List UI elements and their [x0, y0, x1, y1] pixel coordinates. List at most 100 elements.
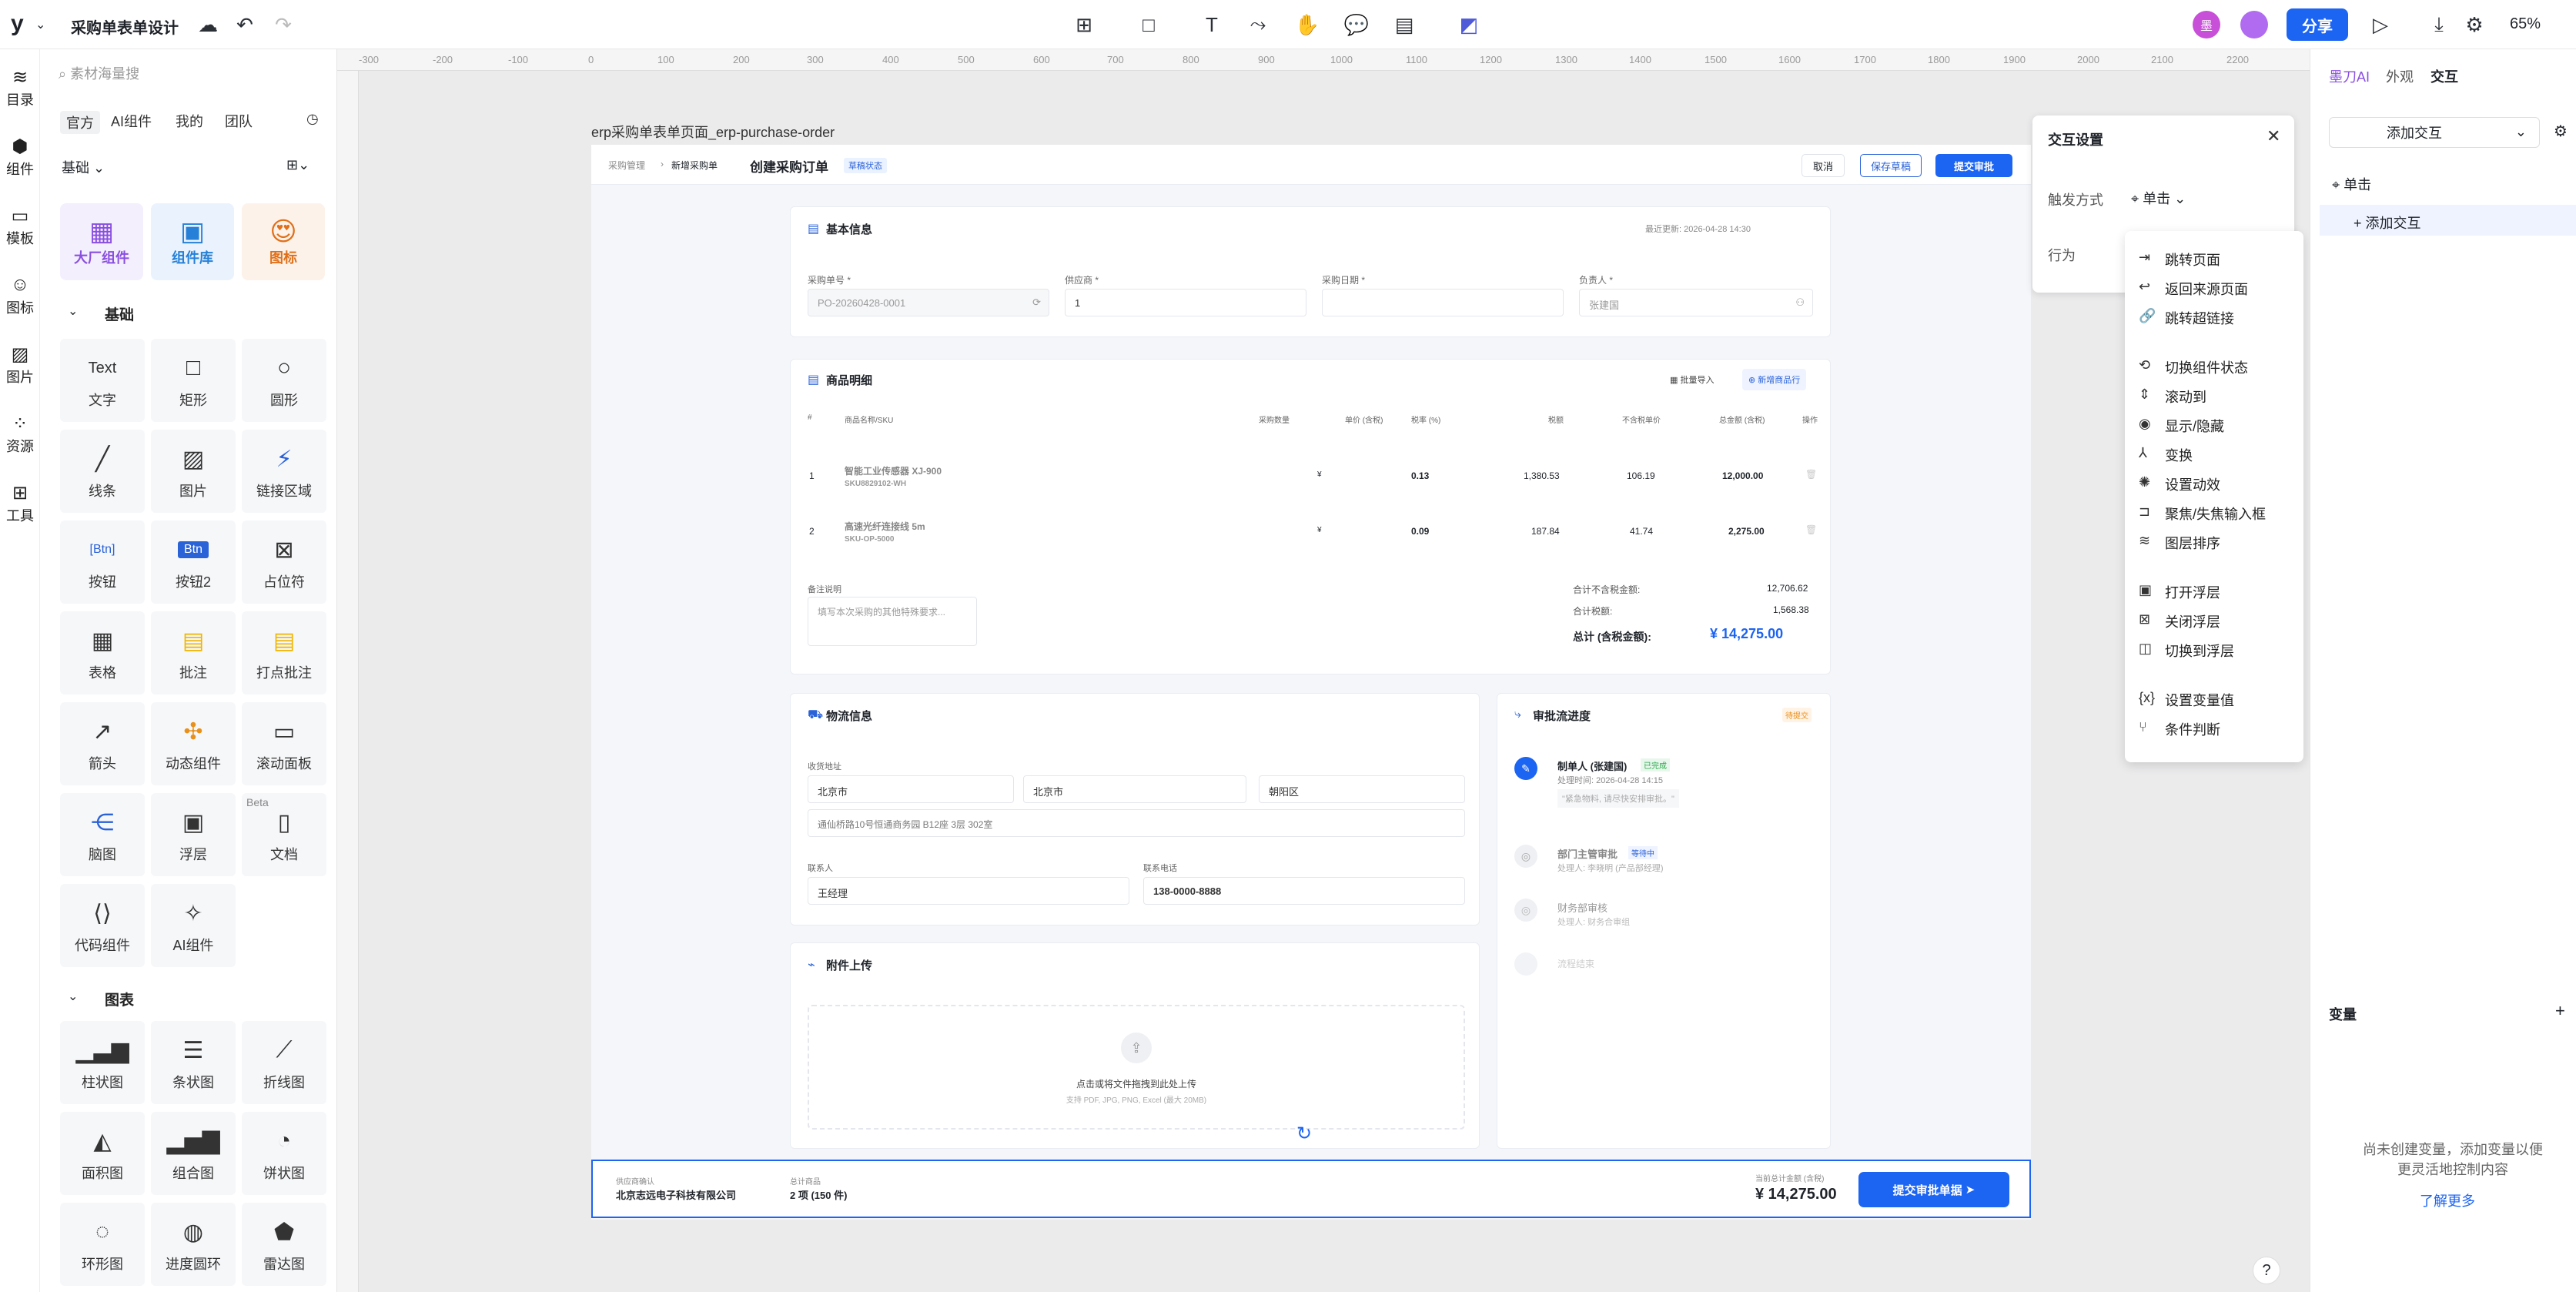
insert-icon[interactable]: ⊞: [1070, 11, 1098, 38]
note-icon[interactable]: ▤: [1390, 11, 1418, 38]
comp-progress-ring[interactable]: ◍ 进度圆环: [151, 1203, 236, 1286]
supplier-input[interactable]: 1: [1065, 289, 1306, 316]
add-interaction-row[interactable]: + 添加交互: [2320, 205, 2576, 236]
comp-line[interactable]: ╱ 线条: [60, 430, 145, 513]
po-number-input[interactable]: PO-20260428-0001 ⟳: [808, 289, 1049, 316]
comp-rectangle[interactable]: □ 矩形: [151, 339, 236, 422]
comment-icon[interactable]: 💬: [1343, 11, 1370, 38]
menu-item[interactable]: 变换: [2165, 445, 2193, 465]
trash-icon[interactable]: 🗑: [1805, 524, 1817, 535]
upload-dropzone[interactable]: ⇪ 点击或将文件拖拽到此处上传 支持 PDF, JPG, PNG, Excel …: [808, 1005, 1465, 1130]
library-search[interactable]: ⌕ 素材海量搜: [59, 63, 320, 86]
comp-donut-chart[interactable]: ◌ 环形图: [60, 1203, 145, 1286]
redo-icon[interactable]: ↷: [269, 11, 297, 38]
comp-placeholder[interactable]: ⊠ 占位符: [242, 520, 326, 604]
province-select[interactable]: 北京市: [808, 775, 1014, 803]
rotate-handle-icon[interactable]: ↻: [1296, 1123, 1312, 1145]
menu-item[interactable]: 设置变量值: [2165, 690, 2234, 710]
comp-text[interactable]: Text 文字: [60, 339, 145, 422]
rail-components[interactable]: ⬢ 组件: [0, 136, 40, 179]
menu-item[interactable]: 聚焦/失焦输入框: [2165, 504, 2266, 524]
comp-button2[interactable]: Btn 按钮2: [151, 520, 236, 604]
category-select[interactable]: 基础 ⌄: [62, 157, 105, 177]
tab-official[interactable]: 官方: [60, 111, 100, 134]
comp-table[interactable]: ▦ 表格: [60, 611, 145, 695]
add-variable-icon[interactable]: +: [2555, 1001, 2565, 1021]
app-logo[interactable]: y: [11, 11, 24, 37]
menu-item[interactable]: 跳转页面: [2165, 249, 2220, 269]
menu-item[interactable]: 跳转超链接: [2165, 308, 2234, 328]
chevron-down-icon[interactable]: ⌄: [68, 303, 78, 319]
play-icon[interactable]: ▷: [2367, 11, 2394, 38]
download-icon[interactable]: ⤓: [2425, 11, 2453, 38]
avatar[interactable]: 墨: [2193, 11, 2220, 38]
comp-code[interactable]: ⟨⟩ 代码组件: [60, 884, 145, 967]
plugin-icon[interactable]: ◩: [1455, 11, 1483, 38]
erp-page-frame[interactable]: 采购管理 › 新增采购单 创建采购订单 草稿状态 取消 保存草稿 提交审批 ▤ …: [591, 145, 2031, 1220]
menu-item[interactable]: 图层排序: [2165, 533, 2220, 553]
purchase-date-input[interactable]: [1322, 289, 1564, 316]
comp-image[interactable]: ▨ 图片: [151, 430, 236, 513]
comp-arrow[interactable]: ↗ 箭头: [60, 702, 145, 785]
tab-team[interactable]: 团队: [225, 111, 253, 131]
text-icon[interactable]: T: [1198, 11, 1226, 38]
comp-button[interactable]: [Btn] 按钮: [60, 520, 145, 604]
rail-templates[interactable]: ▭ 模板: [0, 205, 40, 248]
batch-import-button[interactable]: ▦ 批量导入: [1670, 373, 1714, 386]
remark-textarea[interactable]: 填写本次采购的其他特殊要求...: [808, 597, 977, 646]
footer-bar[interactable]: 供应商确认 北京志远电子科技有限公司 总计商品 2 项 (150 件) 当前总计…: [591, 1160, 2031, 1218]
hand-icon[interactable]: ✋: [1293, 11, 1321, 38]
comp-link-area[interactable]: ⚡ 链接区域: [242, 430, 326, 513]
share-button[interactable]: 分享: [2287, 8, 2348, 41]
comp-radar-chart[interactable]: ⬟ 雷达图: [242, 1203, 326, 1286]
rail-icons[interactable]: ☺ 图标: [0, 274, 40, 317]
comp-dynamic[interactable]: ✣ 动态组件: [151, 702, 236, 785]
menu-item[interactable]: 设置动效: [2165, 474, 2220, 494]
trash-icon[interactable]: 🗑: [1805, 469, 1817, 480]
contact-input[interactable]: 王经理: [808, 877, 1129, 905]
comp-combo-chart[interactable]: ▂▅▇ 组合图: [151, 1112, 236, 1195]
chevron-down-icon[interactable]: ⌄: [2515, 124, 2527, 140]
address-input[interactable]: 通仙桥路10号恒通商务园 B12座 3层 302室: [808, 809, 1465, 837]
rail-resources[interactable]: ⁘ 资源: [0, 413, 40, 456]
avatar-user[interactable]: [2240, 11, 2268, 38]
frame-title[interactable]: erp采购单表单页面_erp-purchase-order: [591, 122, 835, 142]
card-icons[interactable]: 😍 图标: [242, 203, 325, 280]
rectangle-icon[interactable]: □: [1135, 11, 1163, 38]
project-title[interactable]: 采购单表单设计: [71, 15, 179, 38]
comp-bar-chart[interactable]: ▁▃▆ 柱状图: [60, 1021, 145, 1104]
submit-approval-doc-button[interactable]: 提交审批单据 ➤: [1858, 1172, 2009, 1207]
owner-input[interactable]: 张建国 ⚇: [1579, 289, 1813, 316]
history-icon[interactable]: ◷: [306, 111, 319, 127]
connector-icon[interactable]: ⤳: [1244, 11, 1272, 38]
rail-images[interactable]: ▨ 图片: [0, 343, 40, 387]
help-button[interactable]: ?: [2253, 1257, 2280, 1284]
city-select[interactable]: 北京市: [1023, 775, 1246, 803]
menu-item[interactable]: 显示/隐藏: [2165, 416, 2224, 436]
comp-ai[interactable]: ✧ AI组件: [151, 884, 236, 967]
comp-circle[interactable]: ○ 圆形: [242, 339, 326, 422]
rail-catalog[interactable]: ≋ 目录: [0, 66, 40, 109]
add-item-button[interactable]: ⊕ 新增商品行: [1742, 369, 1807, 390]
comp-scroll-panel[interactable]: ▭ 滚动面板: [242, 702, 326, 785]
chevron-down-icon[interactable]: ⌄: [68, 989, 78, 1004]
rail-tools[interactable]: ⊞ 工具: [0, 482, 40, 525]
gear-icon[interactable]: ⚙: [2554, 122, 2568, 141]
section-basic[interactable]: 基础: [105, 303, 134, 324]
trigger-select[interactable]: ⌖ 单击 ⌄: [2131, 188, 2186, 208]
chevron-down-icon[interactable]: ⌄: [35, 17, 45, 32]
add-interaction-button[interactable]: 添加交互 ⌄: [2329, 117, 2540, 148]
tab-interaction[interactable]: 交互: [2430, 66, 2458, 86]
comp-line-chart[interactable]: ⟋ 折线图: [242, 1021, 326, 1104]
menu-item[interactable]: 打开浮层: [2165, 582, 2220, 602]
tab-mine[interactable]: 我的: [176, 111, 203, 131]
refresh-icon[interactable]: ⟳: [1032, 296, 1041, 309]
menu-item[interactable]: 条件判断: [2165, 719, 2220, 739]
tab-ai[interactable]: AI组件: [111, 111, 152, 131]
tab-ai[interactable]: 墨刀AI: [2329, 66, 2370, 86]
learn-more-link[interactable]: 了解更多: [2420, 1190, 2475, 1210]
grid-view-icon[interactable]: ⊞⌄: [286, 157, 309, 173]
comp-pie-chart[interactable]: ◔ 饼状图: [242, 1112, 326, 1195]
tab-appearance[interactable]: 外观: [2386, 66, 2414, 86]
menu-item[interactable]: 关闭浮层: [2165, 611, 2220, 631]
